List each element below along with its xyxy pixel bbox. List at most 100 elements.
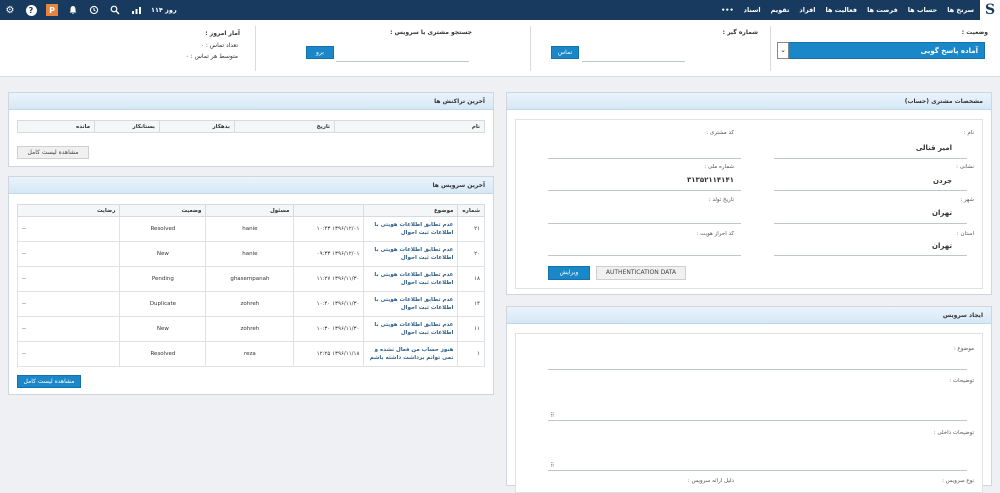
service-number: ۱۱	[457, 316, 485, 342]
history-icon[interactable]	[88, 4, 100, 16]
service-owner: reza	[205, 341, 295, 367]
service-owner: hanie	[205, 241, 295, 267]
customer-panel: مشخصات مشتری (حساب) نام : امیر قنالی کد …	[506, 92, 992, 295]
underline	[548, 255, 741, 256]
nav-leads[interactable]: سرنخ ها	[947, 6, 974, 14]
authentication-data-button[interactable]: AUTHENTICATION DATA	[596, 266, 686, 280]
create-service-panel: ایجاد سرویس موضوع : توضیحات : ⠿ توضیحات …	[506, 306, 992, 493]
dialer-input-line	[582, 61, 685, 62]
dialer-label: شماره گیر :	[722, 29, 758, 36]
go-button[interactable]: برو	[306, 46, 334, 59]
service-subject-link[interactable]: عدم تطابق اطلاعات هویتی با اطلاعات ثبت ا…	[363, 241, 459, 267]
service-subject-link[interactable]: عدم تطابق اطلاعات هویتی با اطلاعات ثبت ا…	[363, 266, 459, 292]
service-date: ۱۳۹۶/۱۱/۳۰ ۱۱:۲۷	[293, 266, 365, 292]
table-row[interactable]: ۱ هنوز حساب من فعال نشده و نمی توانم برد…	[16, 341, 485, 367]
bell-icon[interactable]	[67, 4, 79, 16]
table-row[interactable]: ۲۰ عدم تطابق اطلاعات هویتی با اطلاعات ثب…	[16, 241, 485, 267]
service-subject-link[interactable]: عدم تطابق اطلاعات هویتی با اطلاعات ثبت ا…	[363, 291, 459, 317]
underline	[774, 223, 967, 224]
app-logo[interactable]: S	[980, 0, 1000, 20]
top-navbar: S سرنخ ها حساب ها فرصت ها فعالیت ها افرا…	[0, 0, 1000, 20]
gear-icon[interactable]: ⚙	[4, 4, 16, 16]
p-badge-icon[interactable]: P	[46, 4, 58, 16]
underline	[548, 223, 741, 224]
column-header[interactable]: مانده	[17, 120, 95, 133]
service-owner: zohreh	[205, 316, 295, 342]
nav-people[interactable]: افراد	[799, 6, 815, 14]
name-value: امیر قنالی	[915, 144, 952, 152]
internal-description-textarea[interactable]	[548, 470, 967, 471]
stats-title: آمار امروز :	[205, 30, 240, 37]
nav-calendar[interactable]: تقویم	[771, 6, 790, 14]
service-date: ۱۳۹۶/۱۲/۰۱ ۱۰:۴۳	[293, 216, 365, 242]
help-button[interactable]: ?	[25, 4, 37, 16]
create-service-form: موضوع : توضیحات : ⠿ توضیحات داخلی : ⠿ نو…	[515, 333, 983, 493]
service-type-label: نوع سرویس :	[942, 478, 974, 484]
column-header[interactable]: شماره	[457, 204, 485, 217]
underline	[774, 158, 967, 159]
column-header[interactable]: رضایت	[16, 204, 121, 217]
resize-handle-icon[interactable]: ⠿	[550, 462, 554, 469]
national-id-value: ۳۱۳۵۲۱۱۴۱۴۱	[687, 176, 734, 184]
table-row[interactable]: ۱۴ عدم تطابق اطلاعات هویتی با اطلاعات ثب…	[16, 291, 485, 317]
column-header[interactable]: تاریخ	[234, 120, 335, 133]
divider	[255, 26, 256, 71]
edit-button[interactable]: ویرایش	[548, 266, 590, 280]
stats-average: متوسط هر تماس : ۰	[185, 53, 239, 60]
column-header[interactable]: وضعیت	[119, 204, 207, 217]
underline	[548, 190, 741, 191]
service-number: ۲۱	[457, 216, 485, 242]
column-header[interactable]: نام	[334, 120, 485, 133]
column-header[interactable]: مسئول	[205, 204, 295, 217]
service-satisfaction: --	[16, 341, 121, 367]
service-status: Pending	[119, 266, 207, 292]
city-value: تهران	[932, 209, 952, 217]
service-status: Duplicate	[119, 291, 207, 317]
service-status: Resolved	[119, 216, 207, 242]
underline	[774, 190, 967, 191]
panel-title: آخرین سرویس ها	[9, 177, 493, 194]
table-row[interactable]: ۲۱ عدم تطابق اطلاعات هویتی با اطلاعات ثب…	[16, 216, 485, 242]
service-status: New	[119, 316, 207, 342]
call-button[interactable]: تماس	[551, 46, 579, 59]
description-textarea[interactable]	[548, 420, 967, 421]
service-subject-link[interactable]: هنوز حساب من فعال نشده و نمی توانم برداش…	[363, 341, 459, 367]
service-owner: hanie	[205, 216, 295, 242]
service-status: New	[119, 241, 207, 267]
top-toolbar: ⚙ ? P ۱۱۴ روز	[4, 0, 177, 20]
chevron-down-icon[interactable]: ⌄	[777, 42, 789, 59]
transactions-panel: آخرین تراکنش ها نام تاریخ بدهکار بستانکا…	[8, 92, 494, 167]
view-full-services-button[interactable]: مشاهده لیست کامل	[17, 375, 81, 388]
nav-documents[interactable]: اسناد	[744, 6, 761, 14]
service-subject-link[interactable]: عدم تطابق اطلاعات هویتی با اطلاعات ثبت ا…	[363, 316, 459, 342]
nav-accounts[interactable]: حساب ها	[908, 6, 937, 14]
chart-icon[interactable]	[130, 4, 142, 16]
transactions-table: نام تاریخ بدهکار بستانکار مانده	[17, 120, 485, 133]
table-row[interactable]: ۱۱ عدم تطابق اطلاعات هویتی با اطلاعات ثب…	[16, 316, 485, 342]
search-input-line[interactable]	[336, 61, 469, 62]
city-label: شهر :	[960, 197, 974, 203]
customer-details-box: نام : امیر قنالی کد مشتری : نشانی : جردن…	[515, 119, 983, 289]
column-header[interactable]: بستانکار	[94, 120, 160, 133]
table-row[interactable]: ۱۸ عدم تطابق اطلاعات هویتی با اطلاعات ثب…	[16, 266, 485, 292]
state-label: وضعیت :	[961, 29, 988, 36]
resize-handle-icon[interactable]: ⠿	[550, 412, 554, 419]
service-subject-link[interactable]: عدم تطابق اطلاعات هویتی با اطلاعات ثبت ا…	[363, 216, 459, 242]
help-icon: ?	[25, 4, 37, 16]
column-header[interactable]: بدهکار	[159, 120, 235, 133]
service-reason-label: دلیل ارائه سرویس :	[687, 478, 734, 484]
service-number: ۲۰	[457, 241, 485, 267]
auth-code-label: کد احراز هویت :	[696, 231, 734, 237]
view-full-transactions-button[interactable]: مشاهده لیست کامل	[17, 146, 89, 159]
services-panel: آخرین سرویس ها شماره موضوع مسئول وضعیت ر…	[8, 176, 494, 395]
column-header[interactable]: موضوع	[363, 204, 459, 217]
underline	[548, 158, 741, 159]
nav-activities[interactable]: فعالیت ها	[826, 6, 858, 14]
state-select[interactable]: آماده پاسخ گویی	[777, 42, 985, 59]
service-date: ۱۳۹۶/۱۲/۰۱ ۰۹:۳۳	[293, 241, 365, 267]
subject-input[interactable]	[548, 369, 967, 370]
nav-more[interactable]: •••	[721, 6, 733, 14]
nav-opportunities[interactable]: فرصت ها	[867, 6, 898, 14]
search-icon[interactable]	[109, 4, 121, 16]
panel-title: مشخصات مشتری (حساب)	[507, 93, 991, 110]
